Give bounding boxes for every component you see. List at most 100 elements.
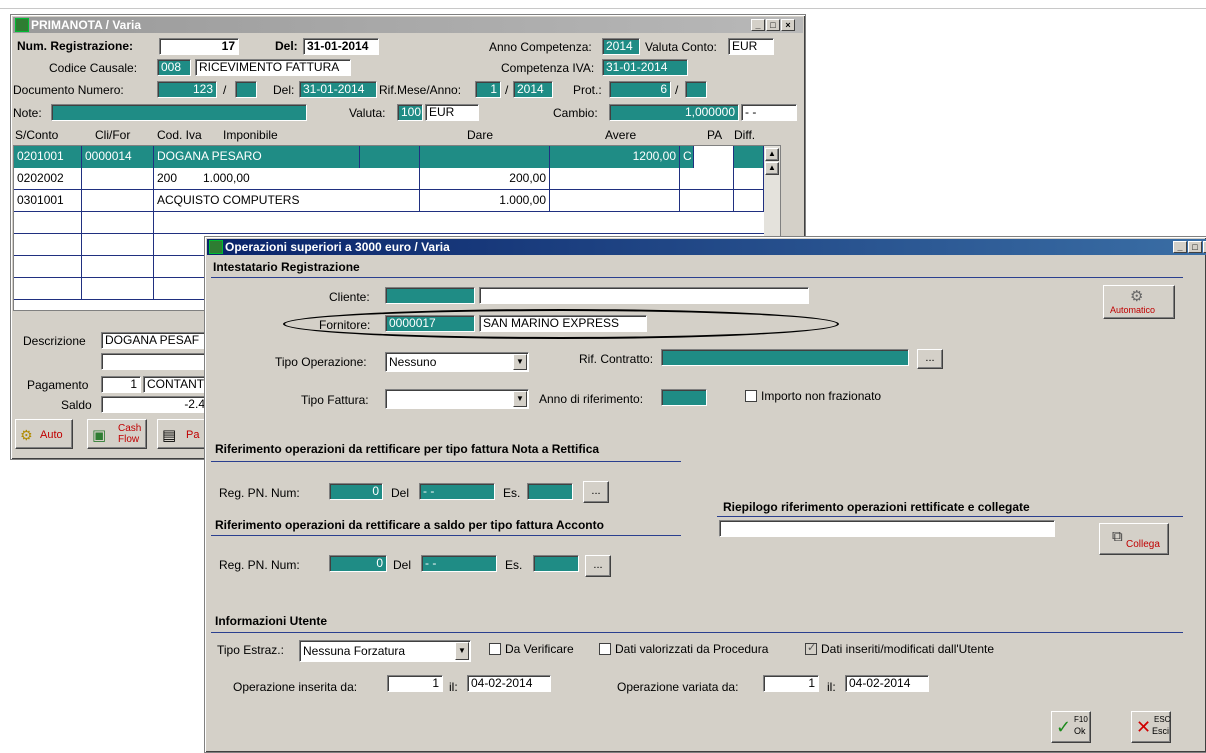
es-field[interactable] — [527, 483, 573, 500]
cell-diff-input[interactable] — [694, 146, 734, 168]
tipo-op-select[interactable]: Nessuno ▼ — [385, 352, 529, 372]
cliente-code-field[interactable] — [385, 287, 475, 304]
cell-pa[interactable]: C — [680, 146, 694, 168]
importo-non-frazionato-checkbox[interactable] — [745, 390, 757, 402]
chevron-down-icon[interactable]: ▼ — [513, 391, 527, 407]
da-verificare-checkbox[interactable] — [489, 643, 501, 655]
maximize-icon[interactable]: □ — [766, 19, 780, 31]
cell-empty[interactable] — [14, 234, 82, 256]
valuta-field[interactable]: EUR — [425, 104, 479, 121]
cell-avere[interactable]: 1200,00 — [550, 146, 680, 168]
cell-dare[interactable]: 200,00 — [420, 168, 550, 190]
pa-button[interactable]: ▤ Pa — [157, 419, 209, 449]
valuta-code-field[interactable]: 100 — [397, 104, 423, 121]
dati-utente-checkbox[interactable] — [805, 641, 817, 655]
anno-comp-field[interactable]: 2014 — [602, 38, 640, 55]
cell-empty[interactable] — [82, 234, 154, 256]
rettifica-browse-button[interactable]: ... — [583, 481, 609, 503]
rif-contratto-browse-button[interactable]: ... — [917, 349, 943, 369]
pagamento-code-field[interactable]: 1 — [101, 376, 141, 393]
cell-pa[interactable] — [680, 168, 734, 190]
cell-empty[interactable] — [14, 278, 82, 300]
valuta-conto-field[interactable]: EUR — [728, 38, 774, 55]
auto-button[interactable]: ⚙ Auto — [15, 419, 73, 449]
dialog-titlebar[interactable]: Operazioni superiori a 3000 euro / Varia… — [207, 239, 1206, 255]
cell-clifor[interactable]: 0000014 — [82, 146, 154, 168]
cell-empty[interactable] — [82, 212, 154, 234]
doc-del-field[interactable]: 31-01-2014 — [299, 81, 377, 98]
cell-pa[interactable] — [680, 190, 734, 212]
cell-avere[interactable] — [550, 168, 680, 190]
op-variata-user-field[interactable]: 1 — [763, 675, 819, 692]
table-row[interactable]: 0301001 ACQUISTO COMPUTERS 1.000,00 — [14, 190, 764, 212]
close-icon[interactable]: × — [781, 19, 795, 31]
cell-diff[interactable] — [734, 168, 764, 190]
scroll-up-icon[interactable]: ▲ — [765, 162, 779, 175]
riepilogo-field[interactable] — [719, 520, 1055, 537]
cell-empty[interactable] — [14, 212, 82, 234]
op-variata-date-field[interactable]: 04-02-2014 — [845, 675, 929, 692]
cell-empty[interactable] — [82, 256, 154, 278]
cell-avere[interactable] — [550, 190, 680, 212]
saldo-field[interactable]: -2.4 — [101, 396, 209, 413]
rif-anno-field[interactable]: 2014 — [513, 81, 553, 98]
cell-diff[interactable] — [734, 190, 764, 212]
rif-contratto-field[interactable] — [661, 349, 909, 366]
rif-mese-field[interactable]: 1 — [475, 81, 501, 98]
dati-procedura-checkbox[interactable] — [599, 643, 611, 655]
primanota-titlebar[interactable]: PRIMANOTA / Varia _ □ × — [13, 17, 803, 33]
esci-button[interactable]: ✕ ESC Esci — [1131, 711, 1171, 743]
fornitore-name-field[interactable]: SAN MARINO EXPRESS — [479, 315, 647, 332]
cell-empty[interactable] — [82, 278, 154, 300]
doc-num-suffix-field[interactable] — [235, 81, 257, 98]
cell-sconto[interactable]: 0201001 — [14, 146, 82, 168]
es2-field[interactable] — [533, 555, 579, 572]
num-reg-field[interactable]: 17 — [159, 38, 239, 55]
ok-button[interactable]: ✓ F10 Ok — [1051, 711, 1091, 743]
table-row[interactable]: 0202002 200 1.000,00 200,00 — [14, 168, 764, 190]
doc-num-field[interactable]: 123 — [157, 81, 217, 98]
op-inserita-user-field[interactable]: 1 — [387, 675, 443, 692]
causale-code-field[interactable]: 008 — [157, 59, 191, 76]
fornitore-code-field[interactable]: 0000017 — [385, 315, 475, 332]
cell-codiva[interactable]: 200 — [154, 168, 200, 190]
tipo-estraz-select[interactable]: Nessuna Forzatura ▼ — [299, 640, 471, 662]
cell-dare[interactable] — [420, 146, 550, 168]
cell-imponibile[interactable] — [360, 146, 420, 168]
scroll-top-icon[interactable]: ▲ — [765, 148, 779, 161]
descrizione-field[interactable]: DOGANA PESAF — [101, 332, 209, 349]
chevron-down-icon[interactable]: ▼ — [455, 642, 469, 660]
cell-sconto[interactable]: 0301001 — [14, 190, 82, 212]
chevron-down-icon[interactable]: ▼ — [513, 354, 527, 370]
cell-codiva[interactable]: DOGANA PESARO — [154, 146, 360, 168]
cell-clifor[interactable] — [82, 190, 154, 212]
note-field[interactable] — [51, 104, 307, 121]
reg-pn2-field[interactable]: 0 — [329, 555, 387, 572]
cambio-extra-field[interactable]: - - — [741, 104, 797, 121]
cell-sconto[interactable]: 0202002 — [14, 168, 82, 190]
minimize-icon[interactable]: _ — [751, 19, 765, 31]
cell-codiva[interactable]: ACQUISTO COMPUTERS — [154, 190, 420, 212]
op-inserita-date-field[interactable]: 04-02-2014 — [467, 675, 551, 692]
collega-button[interactable]: ⧉ Collega — [1099, 523, 1169, 555]
cliente-name-field[interactable] — [479, 287, 809, 304]
cash-flow-button[interactable]: ▣ Cash Flow — [87, 419, 147, 449]
cell-diff[interactable] — [734, 146, 764, 168]
del-field[interactable]: - - — [419, 483, 495, 500]
cell-imponibile[interactable]: 1.000,00 — [200, 168, 420, 190]
del2-field[interactable]: - - — [421, 555, 497, 572]
acconto-browse-button[interactable]: ... — [585, 555, 611, 577]
reg-pn-field[interactable]: 0 — [329, 483, 383, 500]
table-row[interactable]: 0201001 0000014 DOGANA PESARO 1200,00 C — [14, 146, 764, 168]
comp-iva-field[interactable]: 31-01-2014 — [602, 59, 688, 76]
minimize-icon[interactable]: _ — [1173, 241, 1187, 253]
prot-suffix-field[interactable] — [685, 81, 707, 98]
causale-desc-field[interactable]: RICEVIMENTO FATTURA — [195, 59, 351, 76]
tipo-fattura-select[interactable]: ▼ — [385, 389, 529, 409]
descrizione-line2-field[interactable] — [101, 353, 209, 370]
del-field[interactable]: 31-01-2014 — [303, 38, 379, 55]
table-row[interactable] — [14, 212, 764, 234]
pagamento-desc-field[interactable]: CONTANT — [143, 376, 209, 393]
cell-dare[interactable]: 1.000,00 — [420, 190, 550, 212]
cambio-field[interactable]: 1,000000 — [609, 104, 739, 121]
